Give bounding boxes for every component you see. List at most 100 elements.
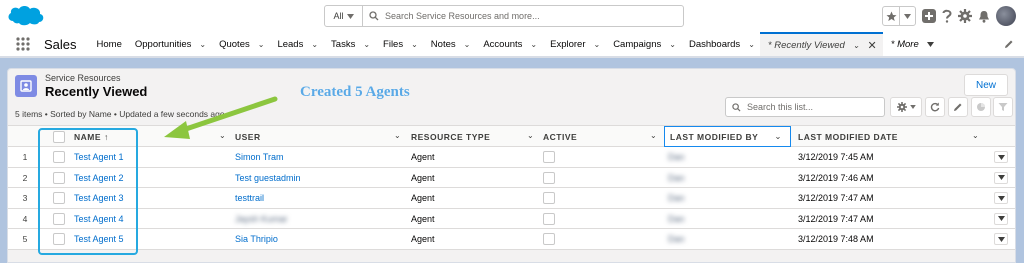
column-header-resource-type[interactable]: RESOURCE TYPE — [411, 126, 490, 147]
nav-item-explorer[interactable]: Explorer ⌄ — [542, 32, 605, 56]
search-icon — [732, 102, 741, 112]
nav-item-dashboards[interactable]: Dashboards ⌄ — [681, 32, 760, 56]
table-row[interactable]: 2 Test Agent 2 Test guestadmin Agent Dan 3/12… — [8, 167, 1015, 188]
list-search-placeholder: Search this list... — [747, 102, 814, 112]
resource-type: Agent — [411, 213, 435, 224]
chevron-down-icon[interactable]: ⌄ — [199, 40, 206, 49]
nav-item-campaigns[interactable]: Campaigns ⌄ — [605, 32, 681, 56]
last-modified-by-link[interactable]: Dan — [668, 168, 685, 188]
chevron-down-icon[interactable]: ⌄ — [311, 40, 318, 49]
row-number: 1 — [22, 152, 28, 162]
edit-nav-pencil-icon[interactable] — [1004, 39, 1014, 52]
nav-item-label: Accounts — [483, 38, 523, 50]
caret-down-icon — [997, 236, 1005, 242]
chevron-down-icon[interactable]: ⌄ — [593, 40, 600, 49]
nav-item-files[interactable]: Files ⌄ — [375, 32, 423, 56]
active-checkbox-box — [543, 233, 555, 245]
column-last-modified-by-chevron-down-icon[interactable]: ⌄ — [774, 131, 782, 142]
last-modified-by-link[interactable]: Dan — [668, 188, 685, 208]
caret-down-icon — [997, 175, 1005, 180]
user-avatar[interactable] — [996, 6, 1016, 26]
row-actions-dropdown[interactable] — [994, 151, 1008, 163]
app-launcher-grid-icon[interactable] — [8, 31, 38, 57]
pencil-icon — [954, 103, 962, 111]
inline-edit-button[interactable] — [948, 97, 968, 117]
app-navigation-bar: Sales Home Opportunities ⌄ Quotes ⌄ Leads ⌄ Tas… — [0, 32, 1024, 58]
column-resource-type-chevron-down-icon[interactable]: ⌄ — [527, 131, 534, 140]
chevron-down-icon[interactable]: ⌄ — [748, 40, 755, 49]
resource-type: Agent — [411, 193, 435, 203]
list-search-input[interactable]: Search this list... — [725, 97, 885, 117]
favorites-list-chevron-icon[interactable] — [899, 7, 915, 25]
column-header-last-modified-by[interactable]: LAST MODIFIED BY ⌄ — [664, 126, 791, 147]
user-link[interactable]: Simon Tram — [235, 147, 284, 167]
nav-item-leads[interactable]: Leads ⌄ — [269, 32, 323, 56]
table-row[interactable]: 4 Test Agent 4 Jaysh Kumar Agent Dan 3/12/201… — [8, 208, 1015, 229]
last-modified-date: 3/12/2019 7:47 AM — [798, 213, 874, 224]
user-link[interactable]: Test guestadmin — [235, 168, 301, 188]
nav-more-label: * More — [890, 38, 919, 50]
user-link[interactable]: Sia Thripio — [235, 229, 278, 249]
column-header-active[interactable]: ACTIVE — [543, 126, 577, 147]
row-actions-dropdown[interactable] — [994, 192, 1008, 204]
nav-item-home[interactable]: Home — [89, 32, 127, 56]
last-modified-date: 3/12/2019 7:46 AM — [798, 172, 874, 183]
nav-item-label: Tasks — [331, 38, 356, 50]
filters-button[interactable] — [993, 97, 1013, 117]
nav-item-tasks[interactable]: Tasks ⌄ — [323, 32, 375, 56]
user-link[interactable]: Jaysh Kumar — [235, 209, 288, 229]
row-actions-dropdown[interactable] — [994, 233, 1008, 245]
chevron-down-icon[interactable]: ⌄ — [669, 40, 676, 49]
last-modified-date: 3/12/2019 7:48 AM — [798, 234, 874, 244]
tab-recently-viewed[interactable]: * Recently Viewed ⌄ ✕ — [759, 32, 883, 56]
tab-close-icon[interactable]: ✕ — [868, 39, 877, 52]
chevron-down-icon[interactable]: ⌄ — [464, 40, 471, 49]
new-button[interactable]: New — [964, 74, 1008, 96]
column-header-last-modified-date[interactable]: LAST MODIFIED DATE — [798, 126, 898, 147]
nav-item-notes[interactable]: Notes ⌄ — [423, 32, 476, 56]
chevron-down-icon[interactable]: ⌄ — [411, 40, 418, 49]
notifications-bell-icon[interactable] — [978, 10, 990, 23]
active-checkbox — [543, 188, 555, 208]
row-actions-dropdown[interactable] — [994, 171, 1008, 184]
nav-item-opportunities[interactable]: Opportunities ⌄ — [127, 32, 211, 56]
row-number: 3 — [22, 193, 28, 203]
nav-items: Home Opportunities ⌄ Quotes ⌄ Leads ⌄ Tasks ⌄ Fil… — [89, 32, 939, 56]
user-link[interactable]: testtrail — [235, 188, 264, 208]
last-modified-by-link[interactable]: Dan — [668, 147, 685, 167]
nav-item-quotes[interactable]: Quotes ⌄ — [211, 32, 269, 56]
nav-item-label: Campaigns — [613, 38, 662, 50]
last-modified-by-link[interactable]: Dan — [668, 229, 685, 249]
setup-gear-icon[interactable] — [958, 9, 972, 23]
column-last-modified-date-chevron-down-icon[interactable]: ⌄ — [972, 131, 979, 140]
charts-button[interactable] — [971, 97, 991, 117]
table-row[interactable]: 1 Test Agent 1 Simon Tram Agent Dan 3/12/2019… — [8, 147, 1015, 168]
column-active-chevron-down-icon[interactable]: ⌄ — [650, 131, 657, 140]
tab-chevron-down-icon[interactable]: ⌄ — [853, 41, 860, 50]
active-checkbox — [543, 229, 555, 249]
favorite-star-icon[interactable] — [883, 7, 899, 25]
refresh-icon — [930, 102, 940, 112]
table-row[interactable]: 3 Test Agent 3 testtrail Agent Dan 3/12/2019 … — [8, 188, 1015, 209]
chevron-down-icon[interactable]: ⌄ — [363, 40, 370, 49]
nav-item-label: Opportunities — [134, 38, 192, 50]
agents-highlight-box — [38, 128, 138, 255]
global-actions-plus-icon[interactable] — [922, 9, 936, 23]
row-actions-dropdown[interactable] — [994, 212, 1008, 225]
chevron-down-icon[interactable]: ⌄ — [530, 40, 537, 49]
nav-more-menu[interactable]: * More — [883, 32, 939, 56]
nav-item-accounts[interactable]: Accounts ⌄ — [475, 32, 542, 56]
last-modified-by-link[interactable]: Dan — [668, 209, 685, 229]
list-view-controls-button[interactable] — [890, 97, 922, 117]
caret-down-icon — [926, 41, 934, 47]
salesforce-logo-icon[interactable] — [6, 3, 46, 27]
column-user-chevron-down-icon[interactable]: ⌄ — [394, 131, 401, 140]
global-search[interactable]: All Search Service Resources and more... — [324, 5, 684, 27]
help-icon[interactable] — [942, 9, 952, 23]
nav-item-label: Explorer — [550, 38, 586, 50]
refresh-button[interactable] — [925, 97, 945, 117]
table-row[interactable]: 5 Test Agent 5 Sia Thripio Agent Dan 3/12/201… — [8, 229, 1015, 250]
search-scope-dropdown[interactable]: All — [325, 6, 363, 26]
chevron-down-icon[interactable]: ⌄ — [258, 40, 265, 49]
list-view-title[interactable]: Recently Viewed — [45, 84, 147, 99]
